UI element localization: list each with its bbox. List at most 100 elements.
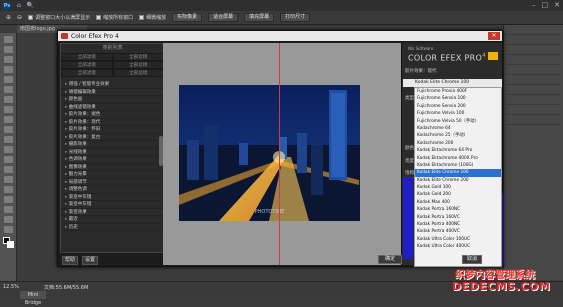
film-option[interactable]: Kodak Portra 160VC [415,214,501,221]
filter-item[interactable]: 胶片效果：复古 [61,134,164,141]
eyedropper-tool-icon[interactable] [4,86,13,93]
film-option[interactable]: Kodachrome 200 [415,140,501,147]
panel-row[interactable] [506,45,561,55]
panel-row[interactable] [506,105,561,115]
film-option[interactable]: Kodak Ektachrome 400X Pro [415,155,501,162]
film-option[interactable]: Kodak Ektachrome 64 Pro [415,147,501,154]
help-button[interactable]: 帮助 [62,256,78,265]
filter-item[interactable]: 局部调节 [61,179,164,186]
move-tool-icon[interactable] [4,36,13,43]
history-brush-tool-icon[interactable] [4,126,13,133]
healing-tool-icon[interactable] [4,96,13,103]
print-size-button[interactable]: 打印尺寸 [280,13,311,22]
panel-row[interactable] [506,115,561,125]
zoom-level[interactable]: 12.5% [3,284,19,290]
panel-row[interactable] [506,35,561,45]
split-preview-divider[interactable] [279,43,280,265]
category-button[interactable]: 全部滤镜 [112,61,164,69]
dodge-tool-icon[interactable] [4,166,13,173]
maximize-icon[interactable]: □ [542,1,549,9]
film-option[interactable]: Kodak Ektachrome (100G) [415,162,501,169]
filter-item[interactable]: 摄影效果 [61,141,164,149]
filter-item[interactable]: 图像效果 [61,164,164,171]
filter-item[interactable]: 填镜编辑效果 [61,89,164,96]
filter-item[interactable]: 胶片效果：褪色 [61,111,164,119]
film-option[interactable]: Kodak Max 400 [415,199,501,206]
film-dropdown-list[interactable]: Fujichrome Provia 400F Fujichrome Sensia … [414,87,502,267]
lasso-tool-icon[interactable] [4,56,13,63]
background-color-swatch[interactable] [7,241,14,248]
panel-row[interactable] [506,25,561,35]
film-option[interactable]: Kodak Ultra Color 100UC [415,236,501,243]
path-select-tool-icon[interactable] [4,196,13,203]
zoom-tool-icon[interactable] [4,226,13,233]
filter-item[interactable]: 光线效果 [61,149,164,156]
film-option[interactable]: Kodak Elite Chrome 200 [415,177,501,184]
recent-section[interactable]: 最近 [61,216,164,224]
close-icon[interactable]: ✕ [488,32,500,40]
film-option[interactable]: Fujichrome Sensia 200 [415,103,501,110]
fx-section-label[interactable]: 胶片效果：现代 [405,68,437,74]
zoom-icon[interactable]: 🔍 [27,2,34,9]
film-option[interactable]: Kodak Elite Chrome 100 [415,169,501,177]
category-button[interactable]: 全部滤镜 [112,69,164,77]
filter-item[interactable]: 色调效果 [61,156,164,164]
category-button[interactable]: 全部滤镜 [61,61,113,69]
film-option[interactable]: Kodak Portra 160NC [415,206,501,213]
film-option[interactable]: Fujichrome Velvia 50（手动） [415,118,501,125]
filter-item[interactable]: 曲线滤镜效果 [61,104,164,111]
type-tool-icon[interactable] [4,186,13,193]
cancel-button[interactable]: 取消 [462,255,482,264]
film-option[interactable]: Fujichrome Provia 400F [415,88,501,95]
filter-item[interactable]: 调整色调 [61,186,164,194]
crop-tool-icon[interactable] [4,76,13,83]
film-option[interactable]: Kodachrome 64 [415,125,501,132]
fill-screen-button[interactable]: 填充屏幕 [244,13,275,22]
filter-item[interactable]: 颜色画 [61,96,164,104]
scrubby-zoom-option[interactable]: 细微缩放 [139,14,166,21]
panel-row[interactable] [506,55,561,65]
clone-tool-icon[interactable] [4,116,13,123]
filter-item[interactable]: 增强 / 智能专业效果 [61,81,164,89]
zoom-in-icon[interactable]: ⊕ [6,14,11,21]
preview-area[interactable]: PHOTOTIME [163,43,401,265]
history-section[interactable]: 历史 [61,224,164,231]
filter-item[interactable]: 胶片效果：怀旧 [61,126,164,134]
filter-item[interactable]: 渐变效果 [61,209,164,216]
blur-tool-icon[interactable] [4,156,13,163]
film-option[interactable]: Kodak Gold 100 [415,184,501,191]
film-option[interactable]: Fujichrome Velvia 100 [415,110,501,117]
pen-tool-icon[interactable] [4,176,13,183]
panel-row[interactable] [506,65,561,75]
panel-row[interactable] [506,85,561,95]
film-option[interactable]: Fujichrome Sensia 100 [415,95,501,102]
film-option[interactable]: Kodachrome 25（手动） [415,132,501,139]
panel-row[interactable] [506,75,561,85]
resize-windows-option[interactable]: 调整窗口大小以满屏显示 [28,14,90,21]
shape-tool-icon[interactable] [4,206,13,213]
film-option[interactable]: Kodak Portra 400NC [415,221,501,228]
film-option[interactable]: Kodak Portra 400VC [415,228,501,235]
settings-button[interactable]: 设置 [82,256,98,265]
quick-select-tool-icon[interactable] [4,66,13,73]
minimize-icon[interactable]: – [532,1,536,9]
filter-item[interactable]: 魅力光晕 [61,171,164,179]
category-button[interactable]: 全部滤镜 [61,53,113,61]
eraser-tool-icon[interactable] [4,136,13,143]
gradient-tool-icon[interactable] [4,146,13,153]
filter-item[interactable]: 渐变中灰镜 [61,201,164,209]
ok-button[interactable]: 确定 [378,255,402,264]
actual-pixels-button[interactable]: 实际像素 [172,13,203,22]
category-button[interactable]: 全部滤镜 [61,69,113,77]
zoom-all-option[interactable]: 缩放所有窗口 [96,14,133,21]
close-icon[interactable]: ✕ [554,1,560,9]
home-icon[interactable]: ⌂ [17,2,21,9]
brush-tool-icon[interactable] [4,106,13,113]
filter-item[interactable]: 胶片效果：现代 [61,119,164,126]
film-option[interactable]: Kodak Gold 200 [415,191,501,198]
marquee-tool-icon[interactable] [4,46,13,53]
panel-row[interactable] [506,95,561,105]
category-button[interactable]: 全部滤镜 [112,53,164,61]
fit-screen-button[interactable]: 适合屏幕 [208,13,239,22]
hand-tool-icon[interactable] [4,216,13,223]
